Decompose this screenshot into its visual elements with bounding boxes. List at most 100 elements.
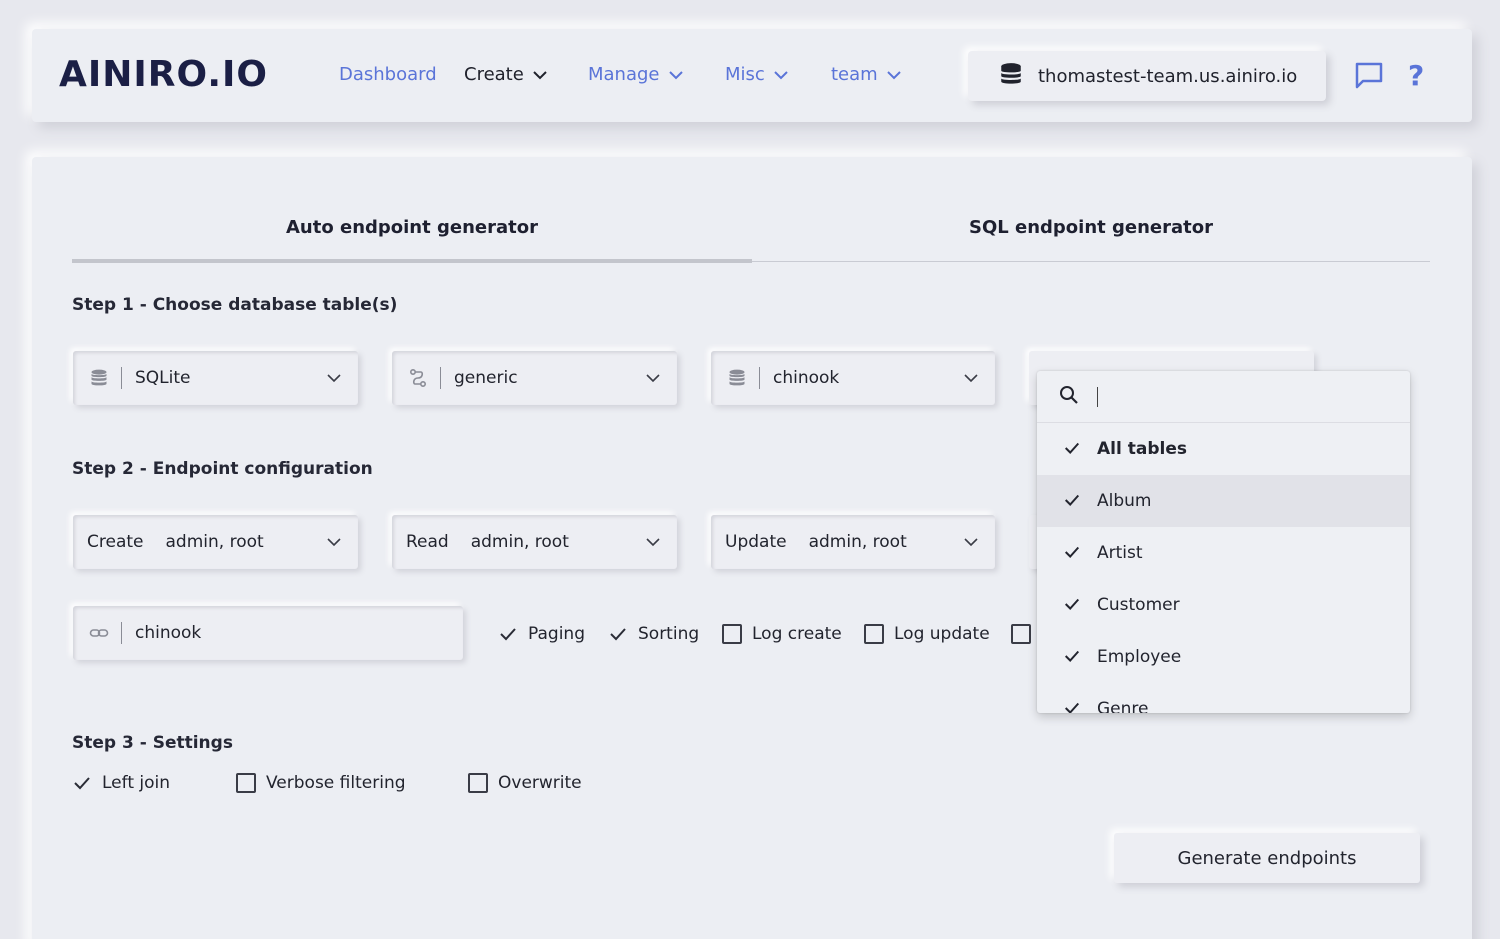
checkbox-empty-icon	[468, 773, 488, 793]
check-icon	[1063, 699, 1083, 713]
nav-dashboard[interactable]: Dashboard	[339, 63, 437, 87]
nav-create-label: Create	[464, 64, 524, 85]
check-icon	[1063, 439, 1083, 459]
checkbox-empty-icon	[1011, 624, 1031, 644]
chevron-down-icon	[963, 370, 979, 391]
tables-option-genre[interactable]: Genre	[1037, 683, 1410, 713]
field-separator	[121, 622, 122, 644]
check-icon	[1063, 647, 1083, 667]
tables-option-customer[interactable]: Customer	[1037, 579, 1410, 631]
tables-option-all-tables[interactable]: All tables	[1037, 423, 1410, 475]
connection-icon	[408, 368, 428, 388]
update-label: Update	[725, 532, 787, 552]
chevron-down-icon	[645, 370, 661, 391]
tables-dropdown-panel: All tables Album Artist Customer Employe…	[1037, 371, 1410, 713]
server-name: thomastest-team.us.ainiro.io	[1038, 65, 1298, 87]
overwrite-checkbox[interactable]: Overwrite	[468, 773, 582, 793]
log-create-checkbox[interactable]: Log create	[722, 624, 842, 644]
active-tab-indicator	[72, 259, 752, 263]
top-navbar: AINIRO.IO Dashboard Create Manage Misc t…	[32, 29, 1472, 122]
chevron-down-icon	[963, 534, 979, 555]
database-select[interactable]: chinook	[711, 351, 995, 405]
field-separator	[121, 367, 122, 389]
database-value: chinook	[773, 368, 840, 388]
connection-select[interactable]: generic	[392, 351, 677, 405]
database-icon	[89, 368, 109, 388]
overwrite-label: Overwrite	[498, 773, 582, 793]
create-roles-select[interactable]: Create admin, root	[73, 515, 358, 569]
database-icon	[998, 61, 1024, 92]
chat-icon[interactable]	[1354, 61, 1384, 89]
option-label: Artist	[1097, 543, 1143, 563]
chevron-down-icon	[886, 67, 902, 83]
nav-manage-label: Manage	[588, 64, 660, 85]
update-roles-select[interactable]: Update admin, root	[711, 515, 995, 569]
paging-checkbox[interactable]: Paging	[498, 624, 585, 644]
connection-value: generic	[454, 368, 518, 388]
field-separator	[440, 367, 441, 389]
option-label: Album	[1097, 491, 1152, 511]
nav-misc[interactable]: Misc	[725, 63, 789, 87]
read-roles-select[interactable]: Read admin, root	[392, 515, 677, 569]
nav-manage[interactable]: Manage	[588, 63, 684, 87]
checkbox-empty-icon	[864, 624, 884, 644]
nav-team[interactable]: team	[831, 63, 902, 87]
text-cursor	[1097, 386, 1098, 407]
checkbox-empty-icon	[722, 624, 742, 644]
left-join-label: Left join	[102, 773, 171, 793]
sorting-label: Sorting	[638, 624, 700, 644]
verbose-filtering-checkbox[interactable]: Verbose filtering	[236, 773, 406, 793]
log-update-checkbox[interactable]: Log update	[864, 624, 990, 644]
nav-dashboard-label: Dashboard	[339, 64, 437, 85]
server-selector-button[interactable]: thomastest-team.us.ainiro.io	[968, 51, 1326, 101]
create-roles-value: admin, root	[165, 532, 264, 552]
chevron-down-icon	[668, 67, 684, 83]
tables-search-input[interactable]	[1037, 371, 1410, 423]
option-label: Employee	[1097, 647, 1182, 667]
database-type-value: SQLite	[135, 368, 191, 388]
paging-label: Paging	[528, 624, 585, 644]
database-type-select[interactable]: SQLite	[73, 351, 358, 405]
option-label: All tables	[1097, 439, 1187, 459]
check-icon	[1063, 595, 1083, 615]
check-icon	[1063, 543, 1083, 563]
database-icon	[727, 368, 747, 388]
checkbox-empty-icon	[236, 773, 256, 793]
read-roles-value: admin, root	[470, 532, 569, 552]
link-icon	[89, 623, 109, 643]
step2-title: Step 2 - Endpoint configuration	[72, 459, 373, 479]
tab-auto-endpoint-generator[interactable]: Auto endpoint generator	[72, 217, 752, 238]
option-label: Genre	[1097, 699, 1149, 713]
chevron-down-icon	[645, 534, 661, 555]
field-separator	[759, 367, 760, 389]
chevron-down-icon	[773, 67, 789, 83]
step3-title: Step 3 - Settings	[72, 733, 233, 753]
check-icon	[498, 624, 518, 644]
ainiro-logo[interactable]: AINIRO.IO	[59, 57, 268, 93]
chevron-down-icon	[326, 534, 342, 555]
create-label: Create	[87, 532, 144, 552]
log-update-label: Log update	[894, 624, 990, 644]
option-label: Customer	[1097, 595, 1180, 615]
module-name-input[interactable]: chinook	[73, 606, 463, 660]
tables-option-artist[interactable]: Artist	[1037, 527, 1410, 579]
chevron-down-icon	[326, 370, 342, 391]
verbose-filtering-label: Verbose filtering	[266, 773, 406, 793]
generate-endpoints-button[interactable]: Generate endpoints	[1114, 833, 1420, 883]
nav-misc-label: Misc	[725, 64, 765, 85]
help-icon[interactable]: ?	[1408, 59, 1424, 92]
search-icon	[1059, 385, 1079, 409]
log-delete-checkbox[interactable]	[1011, 624, 1031, 644]
module-name-value: chinook	[135, 623, 202, 643]
check-icon	[608, 624, 628, 644]
nav-create[interactable]: Create	[464, 63, 548, 87]
check-icon	[72, 773, 92, 793]
sorting-checkbox[interactable]: Sorting	[608, 624, 699, 644]
tables-option-employee[interactable]: Employee	[1037, 631, 1410, 683]
tables-option-album[interactable]: Album	[1037, 475, 1410, 527]
tab-sql-endpoint-generator[interactable]: SQL endpoint generator	[752, 217, 1430, 238]
log-create-label: Log create	[752, 624, 842, 644]
nav-team-label: team	[831, 64, 878, 85]
read-label: Read	[406, 532, 449, 552]
left-join-checkbox[interactable]: Left join	[72, 773, 170, 793]
